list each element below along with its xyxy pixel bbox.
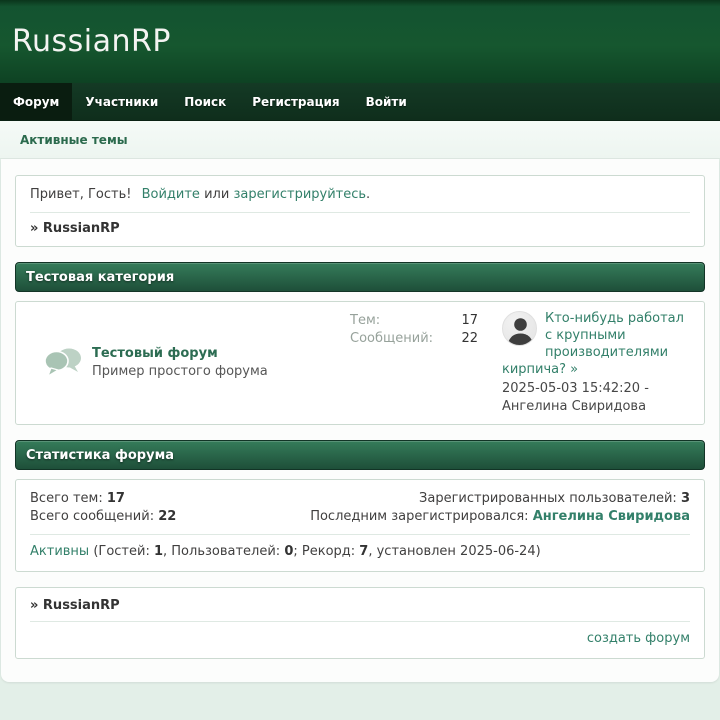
stats-left-column: Всего тем: 17 Всего сообщений: 22	[30, 490, 176, 526]
forum-main-cell: Тестовый форум Пример простого форума	[30, 310, 350, 416]
newest-user-line: Последним зарегистрировался: Ангелина Св…	[310, 508, 690, 526]
or-text: или	[204, 187, 229, 202]
create-forum-link[interactable]: создать форум	[587, 631, 690, 646]
divider	[30, 534, 690, 535]
forum-description: Пример простого форума	[92, 363, 268, 381]
total-topics-value: 17	[107, 491, 125, 506]
topics-label: Тем:	[350, 312, 380, 330]
stats-box: Всего тем: 17 Всего сообщений: 22 Зареги…	[15, 479, 705, 572]
last-post-meta: 2025-05-03 15:42:20 - Ангелина Свиридова	[502, 380, 690, 416]
category-header: Тестовая категория	[15, 262, 705, 292]
board-title: » RussianRP	[30, 221, 690, 236]
guests-count: 1	[154, 544, 163, 559]
speech-bubbles-icon	[44, 347, 82, 379]
newest-user-link[interactable]: Ангелина Свиридова	[533, 509, 690, 524]
footer-link-line: создать форум	[30, 630, 690, 648]
online-seg1: (Гостей:	[89, 544, 154, 559]
category-title: Тестовая категория	[26, 270, 174, 285]
footer-box: » RussianRP создать форум	[15, 587, 705, 659]
breadcrumb: Активные темы	[0, 121, 720, 159]
forum-title-block: Тестовый форум Пример простого форума	[92, 345, 268, 381]
posts-count: 22	[461, 330, 478, 348]
forum-stats-cell: Тем: 17 Сообщений: 22	[350, 310, 478, 416]
online-seg2: , Пользователей:	[163, 544, 284, 559]
sentence-period: .	[366, 187, 370, 202]
nav-tab-members[interactable]: Участники	[72, 83, 171, 120]
online-seg3: ; Рекорд:	[293, 544, 359, 559]
online-users-link[interactable]: Активны	[30, 544, 89, 559]
registered-users-line: Зарегистрированных пользователей: 3	[310, 490, 690, 508]
total-posts-value: 22	[158, 509, 176, 524]
stats-header: Статистика форума	[15, 440, 705, 470]
total-posts-label: Всего сообщений:	[30, 509, 158, 524]
total-posts-line: Всего сообщений: 22	[30, 508, 176, 526]
stats-right-column: Зарегистрированных пользователей: 3 Посл…	[310, 490, 690, 526]
stats-columns: Всего тем: 17 Всего сообщений: 22 Зареги…	[30, 490, 690, 526]
divider	[30, 212, 690, 213]
nav-tab-search[interactable]: Поиск	[171, 83, 239, 120]
total-topics-line: Всего тем: 17	[30, 490, 176, 508]
welcome-box: Привет, Гость! Войдите или зарегистрируй…	[15, 175, 705, 247]
online-line: Активны (Гостей: 1, Пользователей: 0; Ре…	[30, 543, 690, 561]
topics-row: Тем: 17	[350, 312, 478, 330]
record-count: 7	[359, 544, 368, 559]
last-post-cell: Кто-нибудь работал с крупными производит…	[502, 310, 690, 416]
welcome-line: Привет, Гость! Войдите или зарегистрируй…	[30, 186, 690, 204]
page-title: RussianRP	[12, 24, 171, 59]
divider	[30, 621, 690, 622]
nav-tab-register[interactable]: Регистрация	[239, 83, 352, 120]
main-nav: Форум Участники Поиск Регистрация Войти	[0, 83, 720, 121]
registered-users-value: 3	[681, 491, 690, 506]
posts-row: Сообщений: 22	[350, 330, 478, 348]
register-link[interactable]: зарегистрируйтесь	[233, 187, 366, 202]
total-topics-label: Всего тем:	[30, 491, 107, 506]
forum-title-link[interactable]: Тестовый форум	[92, 345, 268, 363]
active-topics-link[interactable]: Активные темы	[20, 133, 128, 147]
topics-count: 17	[461, 312, 478, 330]
login-link[interactable]: Войдите	[142, 187, 200, 202]
online-seg4: , установлен 2025-06-24)	[368, 544, 540, 559]
greeting-text: Привет, Гость!	[30, 187, 131, 202]
nav-tab-login[interactable]: Войти	[353, 83, 420, 120]
newest-user-label: Последним зарегистрировался:	[310, 509, 533, 524]
user-silhouette-icon	[503, 312, 537, 346]
forum-row: Тестовый форум Пример простого форума Те…	[15, 301, 705, 425]
avatar	[502, 311, 537, 346]
posts-label: Сообщений:	[350, 330, 433, 348]
stats-title: Статистика форума	[26, 448, 174, 463]
footer-board-title: » RussianRP	[30, 598, 690, 613]
nav-tab-forum[interactable]: Форум	[0, 83, 72, 120]
main-container: Привет, Гость! Войдите или зарегистрируй…	[1, 159, 719, 682]
registered-users-label: Зарегистрированных пользователей:	[419, 491, 681, 506]
site-header: RussianRP	[0, 0, 720, 83]
